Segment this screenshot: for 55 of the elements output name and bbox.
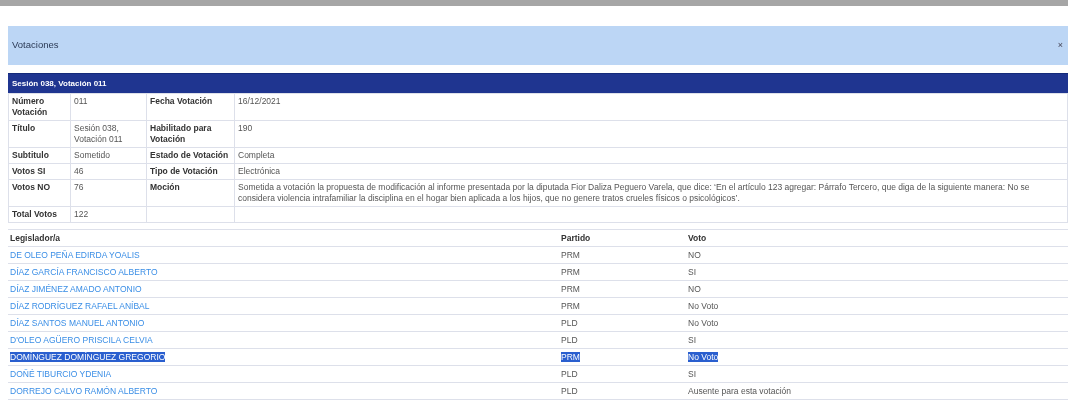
detail-value: 190 <box>234 120 1068 148</box>
vote-text: No Voto <box>688 300 719 311</box>
column-header: Voto <box>686 229 1068 247</box>
party-text: PRM <box>561 266 580 277</box>
detail-value: Sesión 038, Votación 011 <box>70 120 147 148</box>
detail-label: Votos SI <box>8 163 71 180</box>
detail-value: 46 <box>70 163 147 180</box>
legislator-link[interactable]: DÍAZ RODRÍGUEZ RAFAEL ANÍBAL <box>10 300 150 311</box>
close-button[interactable]: × <box>1057 38 1064 53</box>
party-text: PLD <box>561 317 578 328</box>
vote-text: SI <box>688 368 697 379</box>
vote-text: No Voto <box>688 317 719 328</box>
legislator-link[interactable]: DORREJO CALVO RAMÓN ALBERTO <box>10 385 158 396</box>
detail-label: Tipo de Votación <box>146 163 235 180</box>
vote-text: NO <box>688 283 701 294</box>
detail-value: 122 <box>70 206 147 223</box>
party-text: PRM <box>561 249 580 260</box>
detail-label: Fecha Votación <box>146 93 235 121</box>
column-header: Partido <box>559 229 686 247</box>
detail-label: Número Votación <box>8 93 71 121</box>
legislator-link[interactable]: DÍAZ SANTOS MANUEL ANTONIO <box>10 317 145 328</box>
detail-label: Título <box>8 120 71 148</box>
vote-text: Ausente para esta votación <box>688 385 791 396</box>
vote-text: SI <box>688 266 697 277</box>
detail-label: Votos NO <box>8 179 71 207</box>
legislator-link[interactable]: DE OLEO PEÑA EDIRDA YOALIS <box>10 249 140 260</box>
vote-text: NO <box>688 249 701 260</box>
vote-text: No Voto <box>688 351 719 362</box>
party-text: PLD <box>561 368 578 379</box>
detail-label: Moción <box>146 179 235 207</box>
legislator-link[interactable]: DÍAZ JIMÉNEZ AMADO ANTONIO <box>10 283 142 294</box>
detail-label: Habilitado para Votación <box>146 120 235 148</box>
detail-label: Subtitulo <box>8 147 71 164</box>
detail-value: Electrónica <box>234 163 1068 180</box>
party-text: PRM <box>561 351 580 362</box>
party-text: PRM <box>561 300 580 311</box>
detail-value: 76 <box>70 179 147 207</box>
legislator-link[interactable]: D'OLEO AGÜERO PRISCILA CELVIA <box>10 334 153 345</box>
section-title: Sesión 038, Votación 011 <box>12 77 107 90</box>
detail-value: Sometida a votación la propuesta de modificación al informe presentada por la diputada Fior Daliza Peguero Varela, que dice: ‘En el artículo 123 agregar: Párrafo Tercero, que diga de la siguiente manera: No se considera violencia intrafamiliar la disciplina en el hogar bien aplicada a los hijos, que no genere tratos crueles físicos o psicológicos’. <box>234 179 1068 207</box>
detail-value: Sometido <box>70 147 147 164</box>
column-header: Legislador/a <box>8 229 559 247</box>
vote-text: SI <box>688 334 697 345</box>
party-text: PLD <box>561 385 578 396</box>
detail-label: Estado de Votación <box>146 147 235 164</box>
detail-value: 011 <box>70 93 147 121</box>
party-text: PRM <box>561 283 580 294</box>
party-text: PLD <box>561 334 578 345</box>
panel-title: Votaciones <box>12 38 59 53</box>
legislator-link[interactable]: DOÑÉ TIBURCIO YDENIA <box>10 368 112 379</box>
legislator-link[interactable]: DÍAZ GARCÍA FRANCISCO ALBERTO <box>10 266 158 277</box>
legislator-link[interactable]: DOMÍNGUEZ DOMÍNGUEZ GREGORIO <box>10 351 166 362</box>
detail-value: 16/12/2021 <box>234 93 1068 121</box>
detail-label: Total Votos <box>8 206 71 223</box>
detail-value: Completa <box>234 147 1068 164</box>
